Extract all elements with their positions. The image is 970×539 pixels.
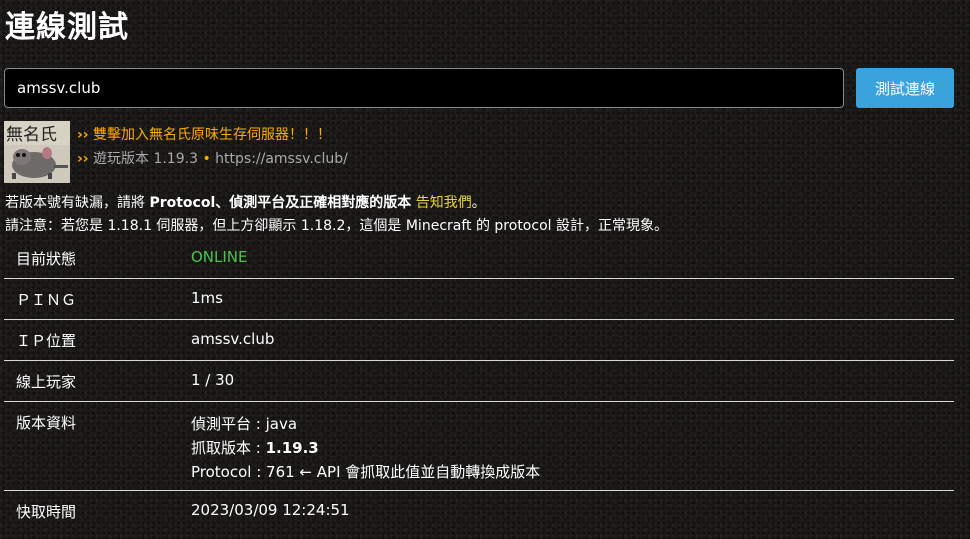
motd-chevron-icon: ›› xyxy=(77,151,89,167)
ip-label: ＩＰ位置 xyxy=(4,318,191,360)
status-value: ONLINE xyxy=(191,248,248,266)
version-notes: 若版本號有缺漏，請將 Protocol、偵測平台及正確相對應的版本 告知我們。 … xyxy=(5,192,668,238)
motd-chevron-icon: ›› xyxy=(77,127,89,143)
table-row-ip: ＩＰ位置 amssv.club xyxy=(4,318,954,360)
fetch-prefix: 抓取版本 : xyxy=(191,438,266,457)
players-label: 線上玩家 xyxy=(4,359,191,401)
table-row-version: 版本資料 偵測平台 : java 抓取版本 : 1.19.3 Protocol … xyxy=(4,400,954,490)
version-details: 偵測平台 : java 抓取版本 : 1.19.3 Protocol : 761… xyxy=(191,400,954,490)
notes-line-1: 若版本號有缺漏，請將 Protocol、偵測平台及正確相對應的版本 告知我們。 xyxy=(5,192,668,215)
version-protocol-line: Protocol : 761 ← API 會抓取此值並自動轉換成版本 xyxy=(191,462,541,481)
status-label: 目前狀態 xyxy=(16,250,77,268)
table-row-players: 線上玩家 1 / 30 xyxy=(4,359,954,401)
time-label: 快取時間 xyxy=(4,489,191,537)
table-row-ping: ＰＩＮＧ 1ms xyxy=(4,277,954,319)
motd-url: https://amssv.club/ xyxy=(215,151,348,167)
server-icon-text: 無名氏 xyxy=(6,125,57,145)
time-value: 2023/03/09 12:24:51 xyxy=(191,489,954,537)
notes-line-2: 請注意：若您是 1.18.1 伺服器，但上方卻顯示 1.18.2，這個是 Min… xyxy=(5,218,668,234)
platform-value: java xyxy=(265,414,298,433)
motd-line-2: ›› 遊玩版本 1.19.3 • https://amssv.club/ xyxy=(77,148,348,168)
page-title: 連線測試 xyxy=(5,10,129,45)
server-icon-image: 無名氏 xyxy=(4,121,70,183)
notes-suffix: 。 xyxy=(471,195,486,211)
server-icon: 無名氏 xyxy=(4,121,70,183)
motd-line-1: ›› 雙擊加入無名氏原味生存伺服器！！！ xyxy=(77,124,331,144)
players-value: 1 / 30 xyxy=(191,359,954,401)
notes-prefix: 若版本號有缺漏，請將 xyxy=(5,195,150,211)
motd-version: 遊玩版本 1.19.3 xyxy=(93,151,198,167)
server-card: 無名氏 ›› 雙擊加入無名氏原味生存伺服器！！！ ›› 遊玩版本 1.19.3 … xyxy=(4,121,604,183)
version-fetch-line: 抓取版本 : 1.19.3 xyxy=(191,436,954,460)
report-link[interactable]: 告知我們 xyxy=(416,195,472,211)
motd-title: 雙擊加入無名氏原味生存伺服器！！！ xyxy=(93,127,331,143)
ip-value: amssv.club xyxy=(191,318,954,360)
ping-label: ＰＩＮＧ xyxy=(4,277,191,319)
ping-value: 1ms xyxy=(191,277,954,319)
fetch-value: 1.19.3 xyxy=(265,438,319,457)
notes-bold: Protocol、偵測平台及正確相對應的版本 xyxy=(149,195,412,211)
table-row-time: 快取時間 2023/03/09 12:24:51 xyxy=(4,489,954,537)
motd-separator: • xyxy=(202,151,211,167)
search-row: 測試連線 xyxy=(4,68,954,108)
server-info-table: 目前狀態 ONLINE ＰＩＮＧ 1ms ＩＰ位置 amssv.club 線上玩… xyxy=(4,238,954,537)
platform-prefix: 偵測平台 : xyxy=(191,414,266,433)
version-platform-line: 偵測平台 : java xyxy=(191,412,954,436)
table-row-status: 目前狀態 ONLINE xyxy=(4,238,954,278)
test-connection-button[interactable]: 測試連線 xyxy=(856,68,954,108)
server-address-input[interactable] xyxy=(4,68,844,108)
version-label: 版本資料 xyxy=(4,400,191,490)
